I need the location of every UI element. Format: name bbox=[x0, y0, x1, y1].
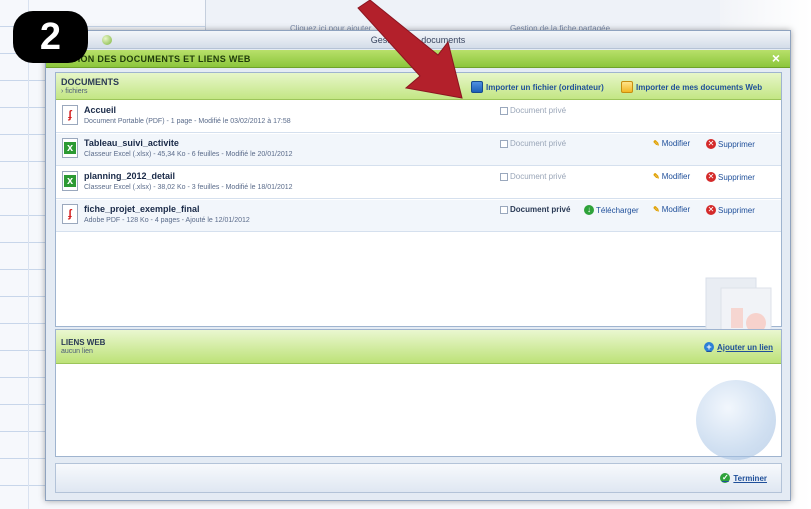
upload-file-label: Importer un fichier (ordinateur) bbox=[486, 82, 604, 92]
links-panel-header: LIENS WEB aucun lien + Ajouter un lien bbox=[56, 330, 781, 364]
download-label: Télécharger bbox=[596, 205, 639, 215]
delete-icon: ✕ bbox=[706, 139, 716, 149]
document-name[interactable]: Accueil bbox=[84, 105, 116, 115]
finish-button[interactable]: ✓ Terminer bbox=[720, 473, 767, 483]
documents-title: DOCUMENTS bbox=[61, 77, 119, 87]
add-link-button[interactable]: + Ajouter un lien bbox=[704, 342, 773, 352]
private-checkbox[interactable]: Document privé bbox=[500, 172, 566, 181]
pointer-arrow-icon bbox=[357, 0, 463, 99]
edit-label: Modifier bbox=[661, 139, 691, 148]
upload-file-button[interactable]: Importer un fichier (ordinateur) bbox=[471, 81, 604, 93]
import-web-documents-button[interactable]: Importer de mes documents Web bbox=[621, 81, 762, 93]
delete-icon: ✕ bbox=[706, 205, 716, 215]
edit-button[interactable]: ✎ Modifier bbox=[653, 172, 690, 181]
delete-label: Supprimer bbox=[718, 205, 755, 215]
delete-label: Supprimer bbox=[718, 139, 755, 149]
add-icon: + bbox=[704, 342, 714, 352]
checkbox-box[interactable] bbox=[500, 205, 508, 214]
globe-icon bbox=[696, 380, 776, 460]
delete-button[interactable]: ✕ Supprimer bbox=[706, 172, 755, 182]
private-label: Document privé bbox=[510, 139, 567, 148]
pdf-icon: ʄ bbox=[62, 105, 78, 125]
document-meta: Adobe PDF - 128 Ko - 4 pages - Ajouté le… bbox=[84, 217, 250, 224]
dialog-footer: ✓ Terminer bbox=[55, 463, 782, 493]
edit-button[interactable]: ✎ Modifier bbox=[653, 205, 690, 214]
step-number-badge: 2 bbox=[13, 11, 88, 63]
document-meta: Classeur Excel (.xlsx) - 45,34 Ko - 6 fe… bbox=[84, 151, 293, 158]
links-title: LIENS WEB bbox=[61, 338, 106, 347]
document-meta: Classeur Excel (.xlsx) - 38,02 Ko - 3 fe… bbox=[84, 184, 293, 191]
document-name[interactable]: planning_2012_detail bbox=[84, 171, 175, 181]
private-label: Document privé bbox=[510, 106, 567, 115]
document-meta: Document Portable (PDF) - 1 page - Modif… bbox=[84, 118, 291, 125]
documents-panel: DOCUMENTS › fichiers Importer un fichier… bbox=[55, 72, 782, 354]
document-name[interactable]: Tableau_suivi_activite bbox=[84, 138, 179, 148]
paper-margin-line bbox=[28, 0, 29, 509]
window-status-icon bbox=[102, 35, 112, 45]
checkbox-box[interactable] bbox=[500, 106, 508, 115]
excel-icon: x bbox=[62, 171, 78, 191]
checkbox-box[interactable] bbox=[500, 172, 508, 181]
folder-icon bbox=[621, 81, 633, 93]
pencil-icon: ✎ bbox=[653, 205, 660, 214]
document-row[interactable]: x Tableau_suivi_activite Classeur Excel … bbox=[56, 134, 781, 166]
links-subtitle: aucun lien bbox=[61, 348, 93, 355]
finish-label: Terminer bbox=[733, 473, 767, 483]
import-web-documents-label: Importer de mes documents Web bbox=[636, 82, 763, 92]
pencil-icon: ✎ bbox=[653, 172, 660, 181]
delete-button[interactable]: ✕ Supprimer bbox=[706, 205, 755, 215]
pdf-icon: ʄ bbox=[62, 204, 78, 224]
edit-label: Modifier bbox=[661, 205, 691, 214]
private-checkbox[interactable]: Document privé bbox=[500, 106, 566, 115]
private-label: Document privé bbox=[510, 172, 567, 181]
edit-button[interactable]: ✎ Modifier bbox=[653, 139, 690, 148]
document-row[interactable]: ʄ fiche_projet_exemple_final Adobe PDF -… bbox=[56, 200, 781, 232]
delete-button[interactable]: ✕ Supprimer bbox=[706, 139, 755, 149]
check-icon: ✓ bbox=[720, 473, 731, 483]
excel-icon: x bbox=[62, 138, 78, 158]
private-checkbox[interactable]: Document privé bbox=[500, 139, 566, 148]
close-icon[interactable]: × bbox=[768, 50, 784, 66]
download-icon: ↓ bbox=[584, 205, 594, 215]
delete-label: Supprimer bbox=[718, 172, 755, 182]
pencil-icon: ✎ bbox=[653, 139, 660, 148]
private-checkbox[interactable]: Document privé bbox=[500, 205, 570, 214]
checkbox-box[interactable] bbox=[500, 139, 508, 148]
edit-label: Modifier bbox=[661, 172, 691, 181]
documents-subtitle: › fichiers bbox=[61, 88, 88, 95]
document-name[interactable]: fiche_projet_exemple_final bbox=[84, 204, 200, 214]
download-button[interactable]: ↓ Télécharger bbox=[584, 205, 639, 215]
add-link-label: Ajouter un lien bbox=[717, 342, 773, 352]
document-row[interactable]: x planning_2012_detail Classeur Excel (.… bbox=[56, 167, 781, 199]
links-panel: LIENS WEB aucun lien + Ajouter un lien bbox=[55, 329, 782, 460]
private-label: Document privé bbox=[510, 205, 571, 214]
delete-icon: ✕ bbox=[706, 172, 716, 182]
